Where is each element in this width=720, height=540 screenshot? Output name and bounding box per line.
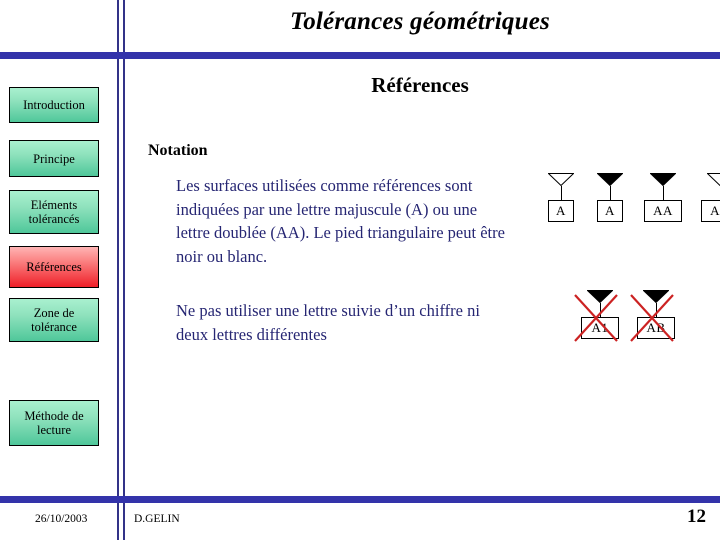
datum-symbol-a-hollow: A bbox=[543, 173, 579, 222]
datum-letter-box: AA bbox=[701, 200, 720, 222]
datum-letter-box: A bbox=[548, 200, 574, 222]
leader-stem bbox=[655, 303, 657, 317]
sidebar-item-elements-tolerances[interactable]: Eléments tolérancés bbox=[9, 190, 99, 234]
leader-stem bbox=[599, 303, 601, 317]
vertical-divider-left bbox=[117, 0, 119, 540]
body-paragraph: Les surfaces utilisées comme références … bbox=[176, 176, 505, 266]
sub-heading: Notation bbox=[148, 142, 208, 159]
triangle-filled-icon bbox=[643, 290, 669, 303]
sidebar-item-zone-de-tolerance[interactable]: Zone de tolérance bbox=[9, 298, 99, 342]
sidebar-item-label: Principe bbox=[33, 151, 75, 166]
datum-symbol-aa-filled: AA bbox=[641, 173, 685, 222]
valid-datum-symbols-figure: A A AA AA bbox=[543, 173, 720, 222]
sidebar-item-label: Zone de tolérance bbox=[31, 306, 77, 334]
datum-letter-box: AA bbox=[644, 200, 682, 222]
datum-letter-box: A1 bbox=[581, 317, 619, 339]
datum-symbol-a1-invalid: A1 bbox=[574, 290, 622, 342]
body-paragraph: Ne pas utiliser une lettre suivie d’un c… bbox=[176, 301, 480, 344]
sidebar-item-principe[interactable]: Principe bbox=[9, 140, 99, 177]
datum-letter-box: A bbox=[597, 200, 623, 222]
footer-author: D.GELIN bbox=[134, 513, 180, 525]
section-title: Références bbox=[371, 73, 469, 97]
sidebar-item-methode-de-lecture[interactable]: Méthode de lecture bbox=[9, 400, 99, 446]
footer-date: 26/10/2003 bbox=[35, 513, 88, 525]
datum-letter-box: AB bbox=[637, 317, 675, 339]
leader-stem bbox=[609, 186, 611, 200]
page-number: 12 bbox=[687, 506, 706, 527]
sidebar-item-label: Méthode de lecture bbox=[24, 409, 84, 437]
page-title: Tolérances géométriques bbox=[290, 8, 550, 35]
triangle-hollow-icon bbox=[548, 173, 574, 186]
datum-symbol-ab-invalid: AB bbox=[630, 290, 678, 342]
leader-stem bbox=[560, 186, 562, 200]
vertical-divider-right bbox=[123, 0, 125, 540]
datum-symbol-a-filled: A bbox=[592, 173, 628, 222]
triangle-filled-icon bbox=[650, 173, 676, 186]
datum-symbol-aa-hollow: AA bbox=[698, 173, 720, 222]
sidebar-item-label: Introduction bbox=[23, 98, 85, 112]
triangle-hollow-icon bbox=[707, 173, 720, 186]
triangle-filled-icon bbox=[587, 290, 613, 303]
triangle-filled-icon bbox=[597, 173, 623, 186]
sidebar-item-introduction[interactable]: Introduction bbox=[9, 87, 99, 123]
leader-stem bbox=[662, 186, 664, 200]
sidebar: Introduction Principe Eléments tolérancé… bbox=[0, 0, 117, 540]
invalid-datum-symbols-figure: A1 AB bbox=[574, 290, 678, 342]
sidebar-item-references[interactable]: Références bbox=[9, 246, 99, 288]
sidebar-item-label: Eléments tolérancés bbox=[28, 198, 80, 226]
sidebar-item-label: Références bbox=[26, 260, 82, 274]
